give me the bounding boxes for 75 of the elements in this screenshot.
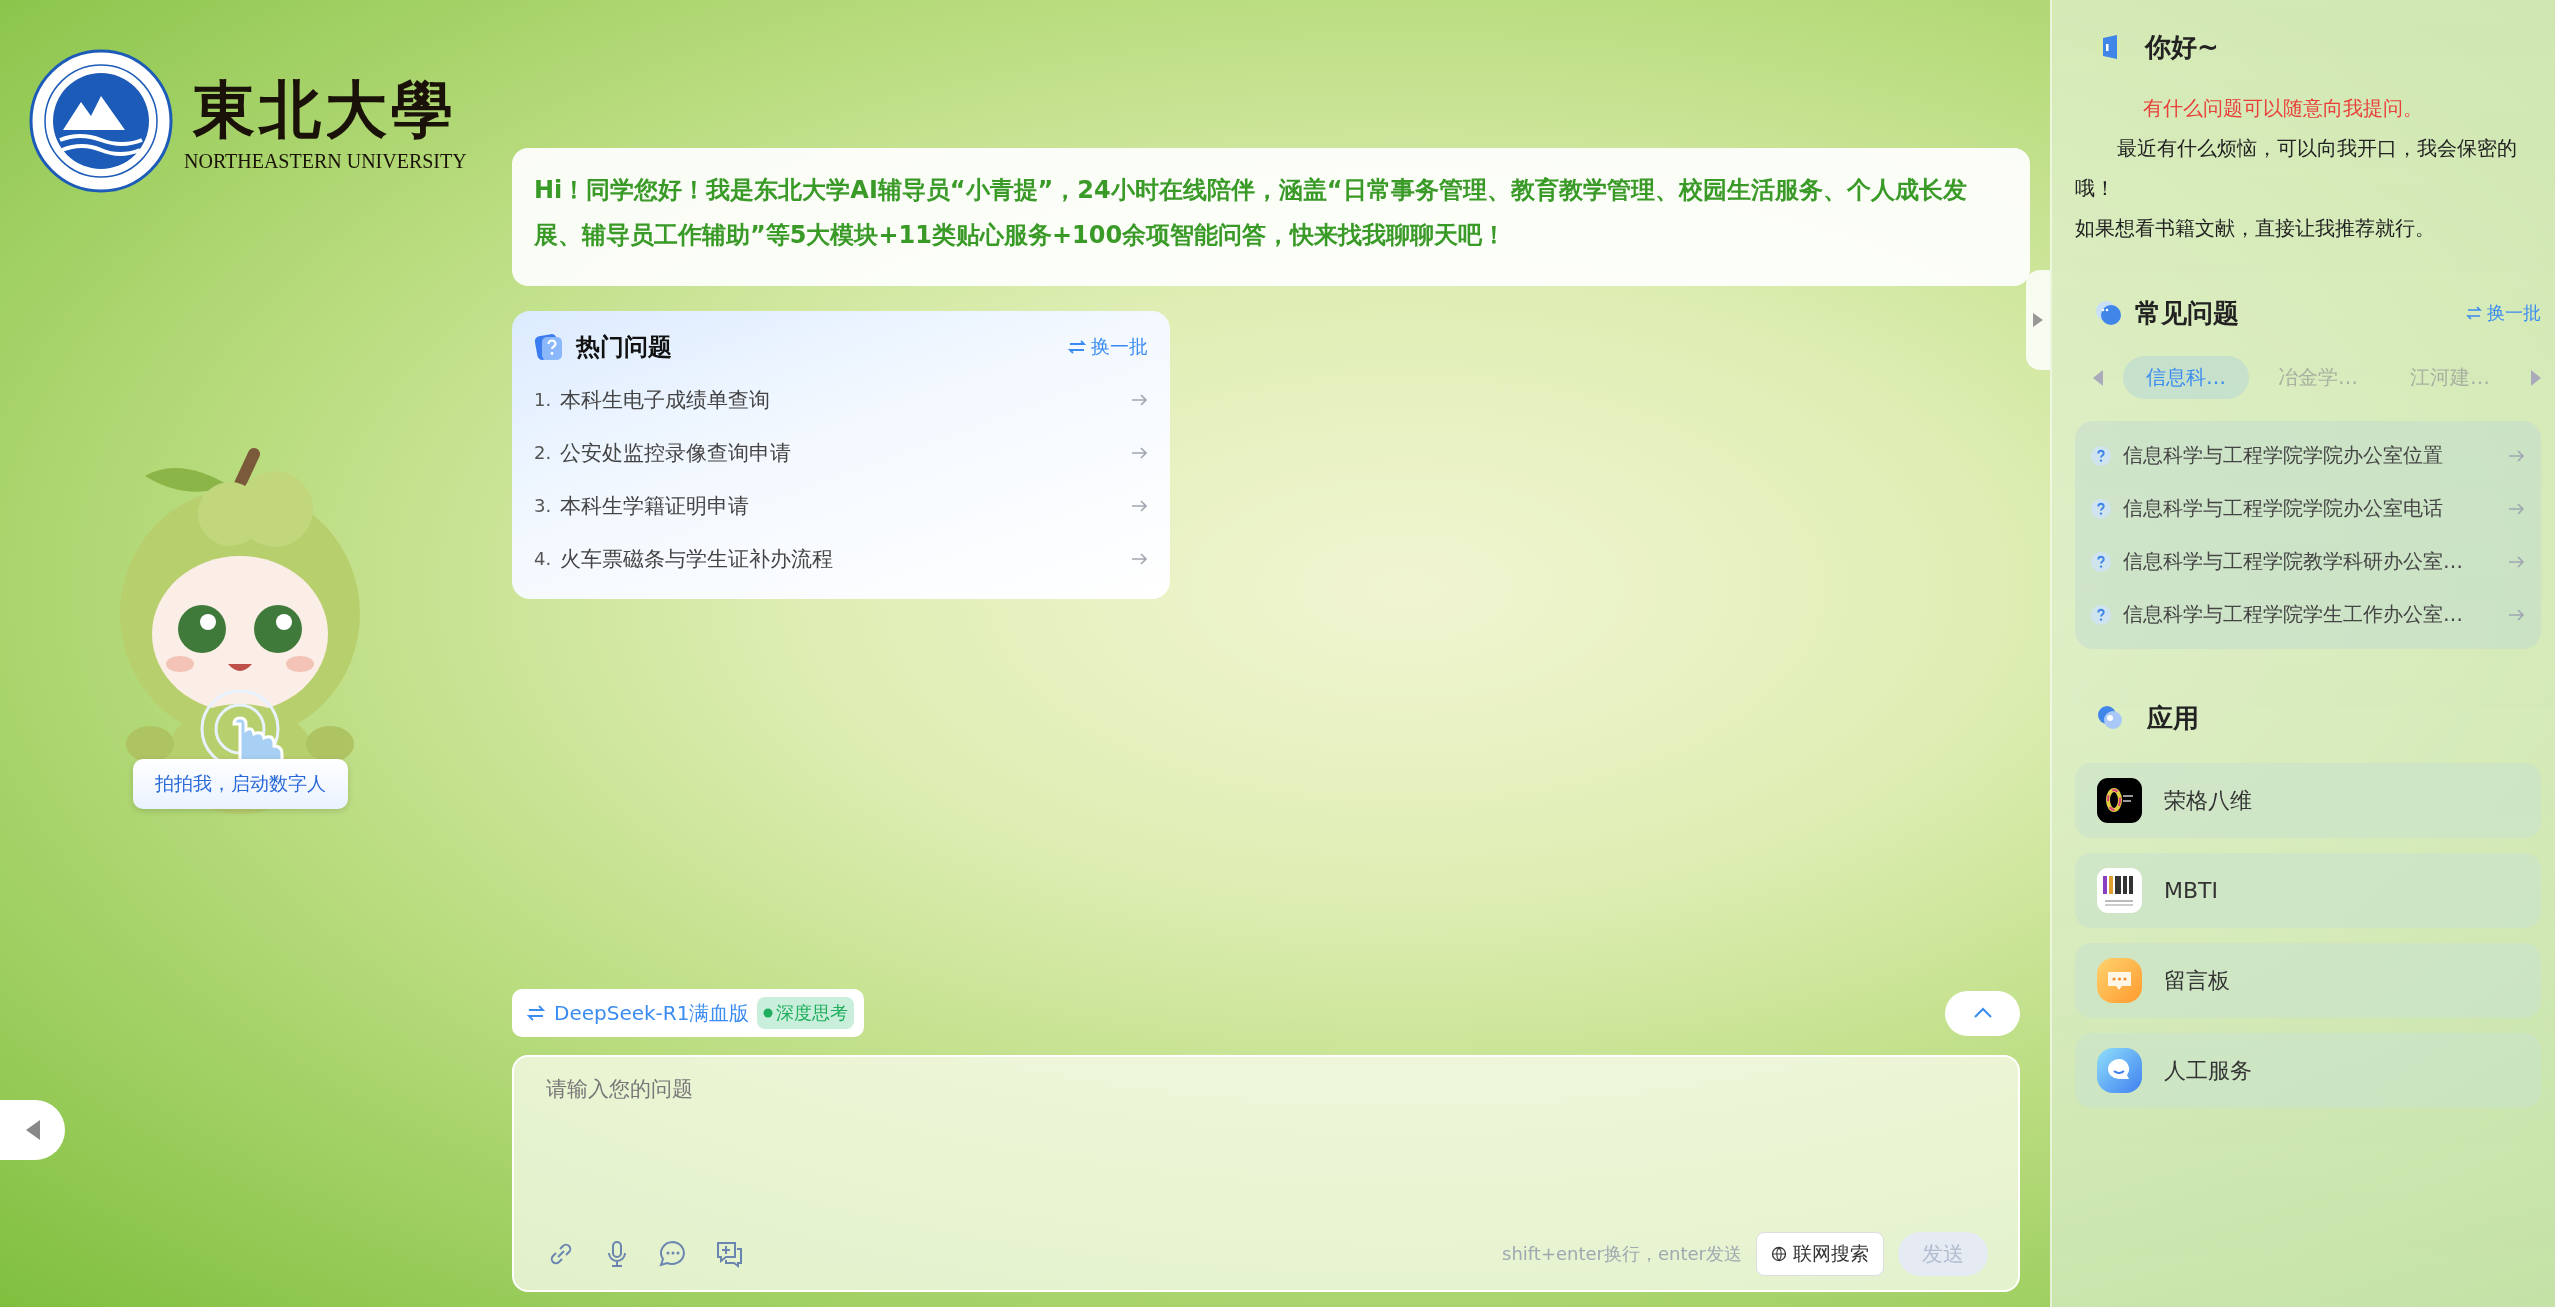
refresh-icon	[2465, 304, 2483, 322]
triangle-right-icon[interactable]	[2531, 369, 2541, 386]
question-text: 信息科学与工程学院学生工作办公室…	[2123, 601, 2464, 628]
question-mark-icon	[2091, 445, 2111, 466]
app-name: 人工服务	[2164, 1056, 2252, 1085]
faq-item[interactable]: 信息科学与工程学院学院办公室电话	[2091, 482, 2525, 535]
question-card-icon	[534, 332, 564, 362]
web-search-button[interactable]: 联网搜索	[1756, 1232, 1884, 1276]
greeting-icon	[2095, 33, 2123, 61]
app-item[interactable]: 留言板	[2075, 943, 2541, 1018]
app-item[interactable]: 人工服务	[2075, 1033, 2541, 1108]
arrow-right-icon	[2507, 500, 2525, 517]
shortcut-hint: shift+enter换行，enter发送	[1502, 1242, 1742, 1266]
colorful-ring-app-icon	[2097, 778, 2142, 823]
triangle-right-icon	[2033, 313, 2043, 327]
university-name-english: NORTHEASTERN UNIVERSITY	[184, 149, 467, 173]
collapse-panel-button[interactable]	[2026, 270, 2050, 370]
arrow-right-icon	[1130, 497, 1148, 514]
apps-title: 应用	[2147, 701, 2199, 735]
message-board-icon	[2097, 958, 2142, 1003]
university-name: 東北大學	[193, 71, 458, 148]
item-number: 1.	[534, 389, 553, 410]
chat-smile-icon	[2097, 1048, 2142, 1093]
question-text: 本科生学籍证明申请	[560, 492, 750, 520]
question-mark-icon	[2091, 551, 2111, 572]
triangle-left-icon[interactable]	[2093, 369, 2103, 386]
app-name: 留言板	[2164, 966, 2230, 995]
faq-title: 常见问题	[2135, 296, 2239, 330]
globe-icon	[1771, 1246, 1787, 1262]
app-item[interactable]: MBTI	[2075, 853, 2541, 928]
model-name: DeepSeek-R1满血版	[554, 999, 750, 1027]
chat-bubbles-icon	[2095, 299, 2123, 327]
app-name: MBTI	[2164, 878, 2218, 903]
question-text: 公安处监控录像查询申请	[560, 439, 792, 467]
question-text: 信息科学与工程学院学院办公室电话	[2123, 495, 2444, 522]
collapse-button[interactable]	[0, 1100, 65, 1160]
chevron-up-icon	[1972, 1007, 1993, 1019]
question-text: 信息科学与工程学院学院办公室位置	[2123, 442, 2444, 469]
item-number: 2.	[534, 442, 553, 463]
arrow-right-icon	[2507, 606, 2525, 623]
new-chat-icon[interactable]	[714, 1239, 744, 1269]
bars-app-icon	[2097, 868, 2142, 913]
faq-item[interactable]: 信息科学与工程学院学院办公室位置	[2091, 429, 2525, 482]
arrow-right-icon	[2507, 447, 2525, 464]
question-text: 本科生电子成绩单查询	[560, 386, 771, 414]
app-item[interactable]: 荣格八维	[2075, 763, 2541, 838]
chat-bubble-icon[interactable]	[658, 1239, 688, 1269]
app-name: 荣格八维	[2164, 786, 2252, 815]
hot-question-item[interactable]: 4. 火车票磁条与学生证补办流程	[534, 532, 1148, 585]
greeting-text: 最近有什么烦恼，可以向我开口，我会保密的哦！	[2075, 135, 2518, 202]
university-seal-icon	[28, 48, 174, 194]
question-mark-icon	[2091, 498, 2111, 519]
status-dot-icon	[763, 1008, 774, 1018]
swap-icon	[526, 1003, 546, 1023]
arrow-right-icon	[1130, 550, 1148, 567]
item-number: 3.	[534, 495, 553, 516]
item-number: 4.	[534, 548, 553, 569]
greeting-title: 你好~	[2145, 30, 2219, 64]
faq-item[interactable]: 信息科学与工程学院教学科研办公室…	[2091, 535, 2525, 588]
hot-question-item[interactable]: 1. 本科生电子成绩单查询	[534, 373, 1148, 426]
triangle-left-icon	[25, 1120, 40, 1140]
arrow-right-icon	[1130, 391, 1148, 408]
question-text: 火车票磁条与学生证补办流程	[560, 545, 834, 573]
question-text: 信息科学与工程学院教学科研办公室…	[2123, 548, 2464, 575]
start-digital-human-button[interactable]: 拍拍我，启动数字人	[132, 759, 348, 809]
hot-question-item[interactable]: 3. 本科生学籍证明申请	[534, 479, 1148, 532]
greeting-text: 如果想看书籍文献，直接让我推荐就行。	[2075, 215, 2436, 242]
question-mark-icon	[2091, 604, 2111, 625]
arrow-right-icon	[1130, 444, 1148, 461]
faq-item[interactable]: 信息科学与工程学院学生工作办公室…	[2091, 588, 2525, 641]
hot-question-item[interactable]: 2. 公安处监控录像查询申请	[534, 426, 1148, 479]
welcome-message: Hi！同学您好！我是东北大学AI辅导员“小青提”，24小时在线陪伴，涵盖“日常事务管理、教育教学管理、校园生活服务、个人成长发展、辅导员工作辅助”等5大模块+11类贴心服务+100余项智能问答，快来找我聊聊天吧！	[512, 148, 2030, 286]
greeting-highlight: 有什么问题可以随意向我提问。	[2142, 95, 2424, 122]
hot-questions-title: 热门问题	[576, 332, 672, 363]
arrow-right-icon	[2507, 553, 2525, 570]
